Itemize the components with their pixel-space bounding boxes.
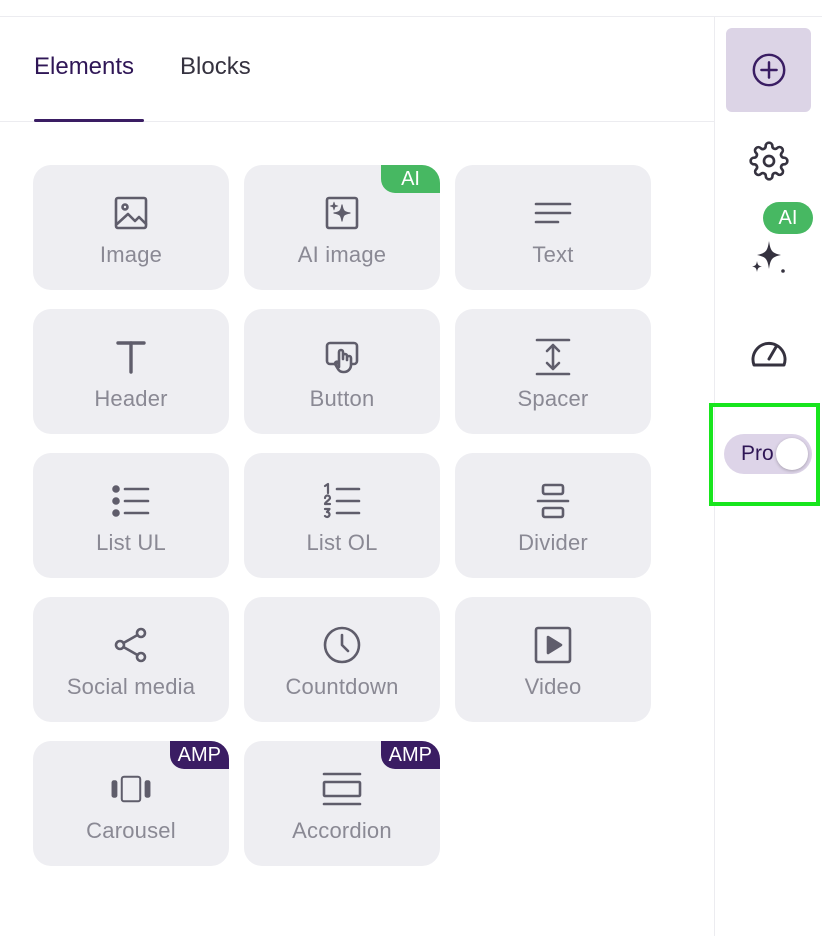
tile-label: Spacer (517, 386, 589, 411)
tile-accordion[interactable]: AMP Accordion (244, 741, 440, 866)
tile-ai-image[interactable]: AI AI image (244, 165, 440, 290)
performance-button[interactable] (744, 328, 794, 378)
add-element-button[interactable] (726, 28, 811, 112)
sparkles-icon (752, 241, 785, 273)
tile-label: Divider (518, 530, 588, 555)
plus-circle-icon (752, 53, 785, 87)
tile-label: Social media (66, 674, 196, 699)
tile-list-ol[interactable]: List OL (244, 453, 440, 578)
button-icon (322, 337, 362, 377)
tile-label: List OL (306, 530, 378, 555)
tile-label: Countdown (285, 674, 399, 699)
tile-label: Image (99, 242, 163, 267)
settings-button[interactable] (744, 136, 794, 186)
speedometer-icon (751, 342, 787, 367)
active-tab-indicator (34, 119, 144, 122)
accordion-icon (322, 769, 362, 809)
elements-grid: Image AI AI image Text Header Button Spa… (33, 165, 651, 866)
gear-icon (749, 141, 789, 181)
tab-blocks[interactable]: Blocks (180, 53, 251, 81)
carousel-icon (111, 769, 151, 809)
ai-badge: AI (381, 165, 440, 193)
image-icon (111, 193, 151, 233)
ai-badge: AI (763, 202, 813, 234)
share-icon (111, 625, 151, 665)
tile-list-ul[interactable]: List UL (33, 453, 229, 578)
tile-divider[interactable]: Divider (455, 453, 651, 578)
video-icon (533, 625, 573, 665)
pro-toggle[interactable]: Pro (724, 434, 812, 474)
tile-button[interactable]: Button (244, 309, 440, 434)
spacer-icon (533, 337, 573, 377)
tile-header[interactable]: Header (33, 309, 229, 434)
tile-label: Carousel (86, 818, 176, 843)
ai-assistant-button[interactable] (744, 232, 794, 282)
ai-image-icon (322, 193, 362, 233)
header-icon (111, 337, 151, 377)
list-ul-icon (111, 481, 151, 521)
amp-badge: AMP (380, 741, 440, 769)
tile-social-media[interactable]: Social media (33, 597, 229, 722)
tile-label: Text (532, 242, 574, 267)
tile-spacer[interactable]: Spacer (455, 309, 651, 434)
clock-icon (322, 625, 362, 665)
toggle-knob (776, 438, 808, 470)
tab-bar: Elements Blocks (0, 17, 714, 122)
tile-label: Video (524, 674, 582, 699)
tile-label: AI image (297, 242, 387, 267)
tile-label: Accordion (292, 818, 392, 843)
list-ol-icon (322, 481, 362, 521)
tab-elements[interactable]: Elements (34, 53, 134, 81)
divider-icon (533, 481, 573, 521)
tile-image[interactable]: Image (33, 165, 229, 290)
text-icon (533, 193, 573, 233)
editor-panel: Elements Blocks Image AI AI image Text H… (0, 0, 822, 936)
tile-video[interactable]: Video (455, 597, 651, 722)
tile-carousel[interactable]: AMP Carousel (33, 741, 229, 866)
amp-badge: AMP (169, 741, 229, 769)
tile-label: List UL (96, 530, 166, 555)
tile-label: Button (309, 386, 375, 411)
pro-label: Pro (741, 442, 774, 465)
tile-label: Header (94, 386, 168, 411)
tile-text[interactable]: Text (455, 165, 651, 290)
tile-countdown[interactable]: Countdown (244, 597, 440, 722)
